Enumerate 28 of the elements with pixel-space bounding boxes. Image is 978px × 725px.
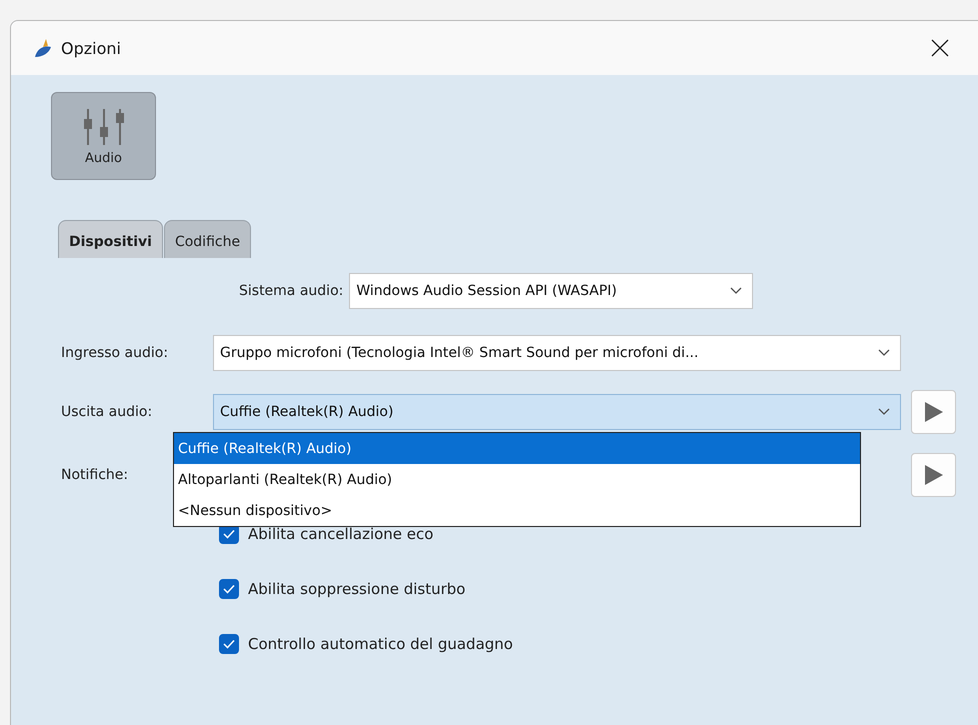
checkmark-icon: [223, 639, 235, 649]
field-label: Sistema audio:: [239, 282, 344, 298]
tab[interactable]: Codifiche: [164, 220, 252, 258]
play-button[interactable]: [911, 390, 956, 434]
audio-system-dropdown[interactable]: Windows Audio Session API (WASAPI): [349, 272, 754, 308]
field-label: Uscita audio:: [61, 404, 154, 420]
audio-input-dropdown[interactable]: Gruppo microfoni (Tecnologia Intel® Smart Sound per microfoni di...: [213, 334, 901, 370]
chevron-down-icon: [878, 348, 890, 356]
checkbox[interactable]: [219, 579, 239, 599]
checkbox-label: Abilita soppressione disturbo: [248, 580, 466, 598]
field-label: Ingresso audio:: [61, 344, 170, 360]
tab[interactable]: Dispositivi: [58, 220, 163, 258]
audio-output-dropdown[interactable]: Cuffie (Realtek(R) Audio): [213, 394, 901, 430]
checkmark-icon: [223, 529, 235, 539]
window-title: Opzioni: [61, 38, 122, 58]
chevron-down-icon: [730, 286, 742, 294]
chevron-down-icon: [878, 408, 890, 416]
dropdown-option[interactable]: Cuffie (Realtek(R) Audio): [174, 433, 860, 464]
play-icon: [924, 464, 942, 484]
checkbox-label: Abilita cancellazione eco: [248, 525, 434, 543]
checkbox-label: Controllo automatico del guadagno: [248, 635, 513, 653]
audio-section-button[interactable]: Audio: [51, 92, 156, 180]
play-icon: [924, 402, 942, 422]
checkbox[interactable]: [219, 634, 239, 654]
close-icon: [931, 39, 949, 57]
checkmark-icon: [223, 584, 235, 594]
play-button[interactable]: [911, 452, 956, 496]
app-icon: [33, 37, 53, 59]
